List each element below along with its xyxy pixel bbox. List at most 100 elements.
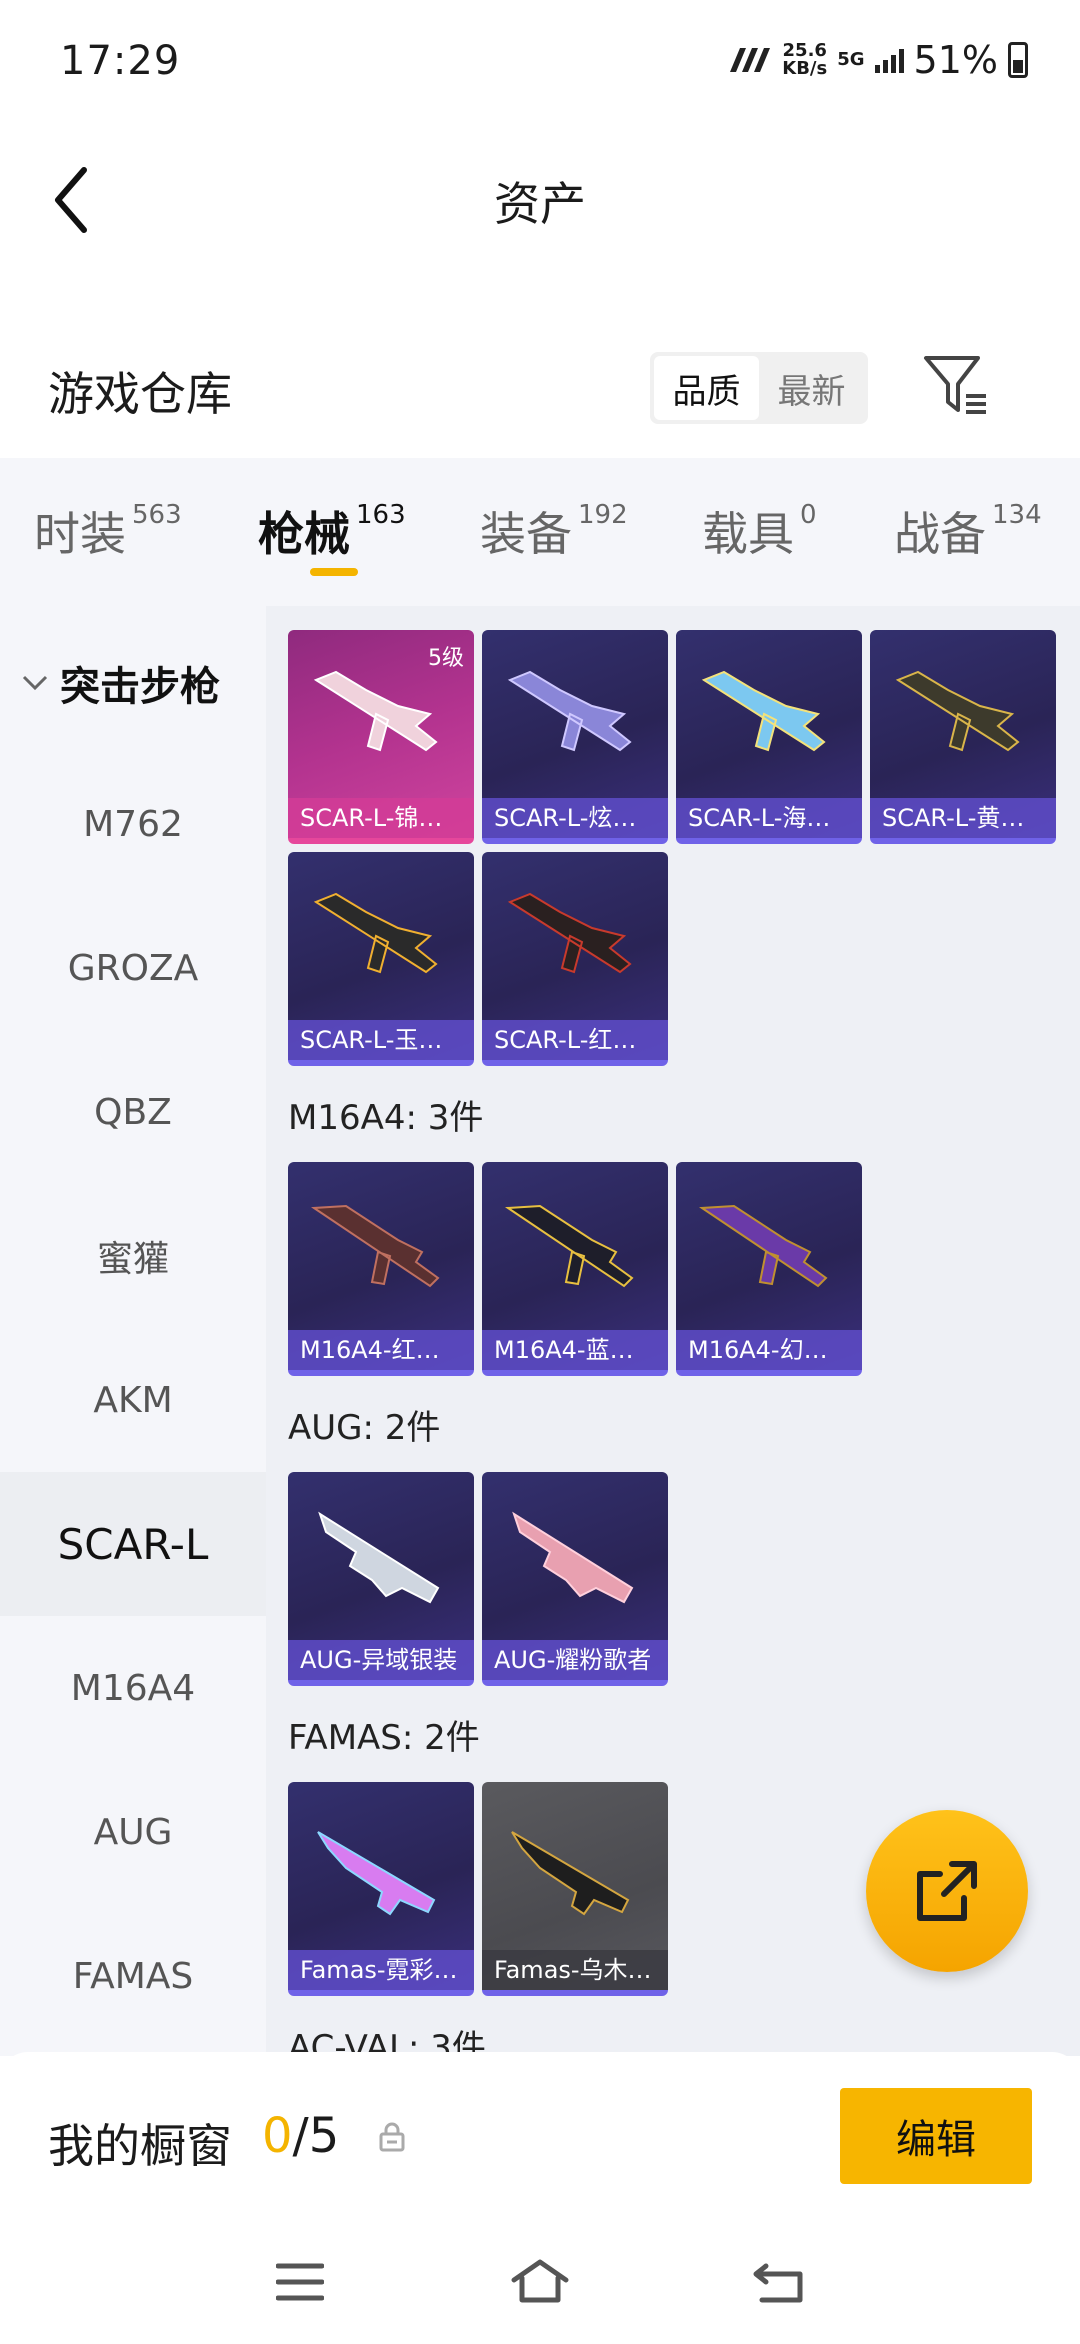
weapon-sidebar: 突击步枪 M762 GROZA QBZ 蜜獾 AKM SCAR-L M16A4 …	[0, 606, 266, 2056]
status-right: 25.6 KB/s 5G 51%	[726, 38, 1028, 82]
battery-icon	[1008, 42, 1028, 78]
weapon-name: M16A4-红…	[288, 1330, 474, 1370]
tab-count: 163	[356, 500, 406, 530]
warehouse-title: 游戏仓库	[48, 367, 232, 421]
weapon-card[interactable]: AUG-耀粉歌者	[482, 1472, 668, 1686]
group-title-m16a4: M16A4: 3件	[288, 1098, 484, 1138]
weapon-card[interactable]: 5级 SCAR-L-锦…	[288, 630, 474, 844]
sidebar-item-qbz[interactable]: QBZ	[0, 1040, 266, 1184]
tab-label: 战备	[894, 507, 986, 561]
weapon-card[interactable]: SCAR-L-红…	[482, 852, 668, 1066]
category-tabs: 时装 563 枪械 163 装备 192 载具 0 战备 134	[0, 458, 1080, 606]
weapon-name: AUG-异域银装	[288, 1640, 474, 1680]
system-nav-bar	[0, 2232, 1080, 2344]
sidebar-item-honey-badger[interactable]: 蜜獾	[0, 1184, 266, 1328]
sidebar-category-assault-rifles[interactable]: 突击步枪	[20, 654, 220, 712]
rifle-icon	[698, 1204, 828, 1288]
showcase-current: 0	[262, 2108, 293, 2164]
tab-guns[interactable]: 枪械 163	[258, 498, 406, 564]
menu-icon[interactable]	[276, 2262, 324, 2302]
back-icon[interactable]	[752, 2260, 808, 2304]
rifle-icon	[318, 1511, 440, 1604]
weapon-name: M16A4-幻…	[676, 1330, 862, 1370]
weapon-name: SCAR-L-黄…	[870, 798, 1056, 838]
weapon-name: SCAR-L-锦…	[288, 798, 474, 838]
sidebar-item-m16a4[interactable]: M16A4	[0, 1616, 266, 1760]
weapon-name: M16A4-蓝…	[482, 1330, 668, 1370]
tab-count: 192	[578, 500, 628, 530]
rifle-icon	[512, 1511, 634, 1604]
signal-group: 5G	[837, 51, 864, 69]
sort-newest-button[interactable]: 最新	[759, 356, 864, 420]
weapon-name: Famas-乌木…	[482, 1950, 668, 1990]
weapon-name: SCAR-L-海…	[676, 798, 862, 838]
tab-label: 时装	[34, 507, 126, 561]
share-icon	[917, 1861, 977, 1921]
sidebar-item-akm[interactable]: AKM	[0, 1328, 266, 1472]
weapon-card[interactable]: M16A4-红…	[288, 1162, 474, 1376]
weapon-card[interactable]: AUG-异域银装	[288, 1472, 474, 1686]
weapon-card[interactable]: SCAR-L-黄…	[870, 630, 1056, 844]
group-title-famas: FAMAS: 2件	[288, 1718, 480, 1758]
showcase-total: /5	[292, 2108, 340, 2164]
weapon-name: SCAR-L-红…	[482, 1020, 668, 1060]
rifle-icon	[511, 1831, 630, 1916]
weapon-name: AUG-耀粉歌者	[482, 1640, 668, 1680]
tab-fashion[interactable]: 时装 563	[34, 498, 182, 564]
rifle-icon	[310, 1204, 440, 1288]
tab-equipment[interactable]: 装备 192	[480, 498, 628, 564]
rifle-icon	[317, 1831, 436, 1916]
weapon-card[interactable]: SCAR-L-玉…	[288, 852, 474, 1066]
network-logo-icon	[730, 48, 771, 72]
tab-count: 0	[800, 500, 817, 530]
chevron-down-icon	[22, 675, 48, 691]
weapon-name: Famas-霓彩…	[288, 1950, 474, 1990]
edit-button[interactable]: 编辑	[840, 2088, 1032, 2184]
tab-indicator	[310, 568, 358, 576]
sidebar-item-scar-l[interactable]: SCAR-L	[0, 1472, 266, 1616]
status-time: 17:29	[60, 38, 181, 84]
battery-percent: 51%	[913, 38, 998, 82]
weapon-card[interactable]: SCAR-L-海…	[676, 630, 862, 844]
sidebar-category-label: 突击步枪	[60, 664, 220, 710]
weapon-level: 5级	[428, 646, 464, 671]
page-title: 资产	[494, 177, 586, 231]
group-title-aug: AUG: 2件	[288, 1408, 441, 1448]
weapon-card[interactable]: M16A4-幻…	[676, 1162, 862, 1376]
home-icon[interactable]	[510, 2258, 570, 2304]
net-speed: 25.6 KB/s	[782, 42, 827, 78]
showcase-bar: 我的橱窗 0/5 编辑	[0, 2052, 1080, 2232]
tab-label: 枪械	[258, 507, 350, 561]
group-title-ac-val: AC-VAL: 3件	[288, 2028, 486, 2056]
tab-count: 134	[992, 500, 1042, 530]
sort-quality-button[interactable]: 品质	[654, 356, 759, 420]
sidebar-item-aug[interactable]: AUG	[0, 1760, 266, 1904]
status-bar: 17:29 25.6 KB/s 5G 51%	[0, 0, 1080, 120]
rifle-icon	[895, 670, 1020, 752]
weapon-card[interactable]: M16A4-蓝…	[482, 1162, 668, 1376]
asset-screen: 17:29 25.6 KB/s 5G 51% 资产 游戏仓库 品质 最新 时装 …	[0, 0, 1080, 2344]
signal-icon	[874, 47, 904, 73]
rifle-icon	[313, 892, 438, 974]
showcase-title: 我的橱窗	[48, 2119, 232, 2173]
lock-icon	[379, 2122, 405, 2152]
net-speed-unit: KB/s	[782, 58, 828, 79]
weapon-card[interactable]: Famas-霓彩…	[288, 1782, 474, 1996]
rifle-icon	[701, 670, 826, 752]
sidebar-item-groza[interactable]: GROZA	[0, 896, 266, 1040]
sidebar-item-famas[interactable]: FAMAS	[0, 1904, 266, 2048]
rifle-icon	[507, 670, 632, 752]
showcase-count: 0/5	[262, 2108, 339, 2164]
weapon-name: SCAR-L-炫…	[482, 798, 668, 838]
filter-icon[interactable]	[922, 352, 990, 418]
sort-toggle: 品质 最新	[650, 352, 868, 424]
sidebar-item-m762[interactable]: M762	[0, 752, 266, 896]
weapon-card[interactable]: Famas-乌木…	[482, 1782, 668, 1996]
share-button[interactable]	[866, 1810, 1028, 1972]
network-type: 5G	[837, 49, 865, 70]
weapon-card[interactable]: SCAR-L-炫…	[482, 630, 668, 844]
tab-label: 装备	[480, 507, 572, 561]
tab-supplies[interactable]: 战备 134	[894, 498, 1042, 564]
rifle-icon	[504, 1204, 634, 1288]
tab-vehicles[interactable]: 载具 0	[702, 498, 817, 564]
